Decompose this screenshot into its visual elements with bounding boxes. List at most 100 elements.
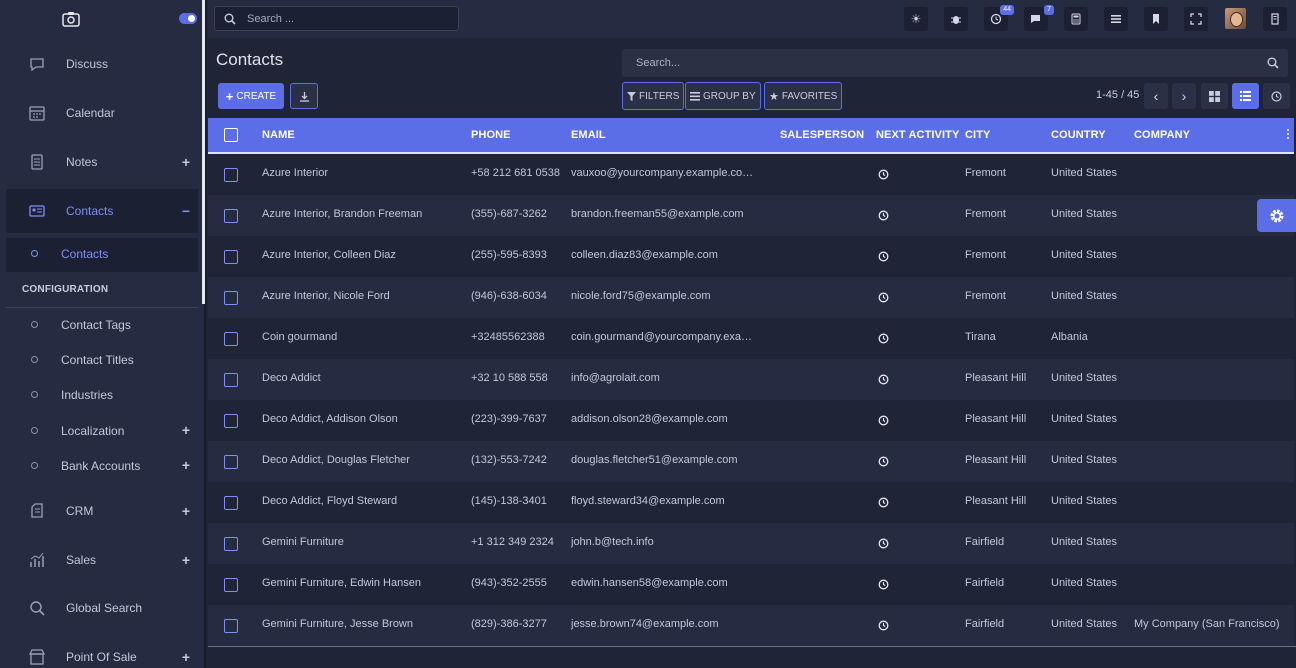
row-checkbox[interactable] bbox=[224, 455, 238, 469]
activity-clock-icon[interactable] bbox=[878, 210, 889, 221]
expand-plus-icon[interactable]: + bbox=[182, 552, 190, 568]
column-header-company[interactable]: COMPANY bbox=[1134, 129, 1190, 141]
company-switcher-button[interactable] bbox=[1263, 7, 1287, 31]
menu-button[interactable] bbox=[1104, 7, 1128, 31]
pager-value[interactable]: 1-45 / 45 bbox=[1096, 89, 1139, 101]
debug-button[interactable] bbox=[944, 7, 968, 31]
activity-clock-icon[interactable] bbox=[878, 251, 889, 262]
activity-clock-icon[interactable] bbox=[878, 456, 889, 467]
download-button[interactable] bbox=[290, 83, 318, 109]
table-row[interactable]: Deco Addict, Floyd Steward (145)-138-3401… bbox=[208, 482, 1294, 523]
table-row[interactable]: Azure Interior, Brandon Freeman (355)-687… bbox=[208, 195, 1294, 236]
row-checkbox[interactable] bbox=[224, 578, 238, 592]
column-header-name[interactable]: NAME bbox=[262, 129, 295, 141]
calculator-button[interactable] bbox=[1064, 7, 1088, 31]
sidebar-subitem-contact-titles[interactable]: Contact Titles bbox=[6, 344, 198, 378]
fullscreen-button[interactable] bbox=[1184, 7, 1208, 31]
activity-clock-icon[interactable] bbox=[878, 292, 889, 303]
camera-logo-icon[interactable] bbox=[62, 11, 80, 27]
activity-clock-icon[interactable] bbox=[878, 538, 889, 549]
collapse-minus-icon[interactable]: − bbox=[182, 203, 190, 219]
search-icon[interactable] bbox=[1267, 57, 1279, 69]
sidebar-toggle-switch[interactable] bbox=[179, 13, 197, 24]
expand-plus-icon[interactable]: + bbox=[182, 503, 190, 519]
activity-clock-icon[interactable] bbox=[878, 169, 889, 180]
sidebar-item-discuss[interactable]: Discuss bbox=[6, 42, 198, 86]
row-checkbox[interactable] bbox=[224, 496, 238, 510]
column-header-next-activity[interactable]: NEXT ACTIVITY bbox=[876, 129, 959, 141]
cell-email: douglas.fletcher51@example.com bbox=[571, 454, 738, 466]
row-checkbox[interactable] bbox=[224, 250, 238, 264]
expand-plus-icon[interactable]: + bbox=[182, 154, 190, 170]
expand-plus-icon[interactable]: + bbox=[182, 422, 190, 438]
row-checkbox[interactable] bbox=[224, 291, 238, 305]
column-header-city[interactable]: CITY bbox=[965, 129, 990, 141]
expand-plus-icon[interactable]: + bbox=[182, 457, 190, 473]
table-row[interactable]: Coin gourmand +32485562388 coin.gourmand@y… bbox=[208, 318, 1294, 359]
sidebar-subitem-contacts[interactable]: Contacts bbox=[6, 238, 198, 272]
table-row[interactable]: Gemini Furniture, Jesse Brown (829)-386-3… bbox=[208, 605, 1294, 646]
row-checkbox[interactable] bbox=[224, 332, 238, 346]
user-avatar[interactable] bbox=[1225, 8, 1246, 29]
select-all-checkbox[interactable] bbox=[224, 128, 238, 142]
sidebar-scrollbar[interactable] bbox=[202, 0, 205, 304]
column-header-country[interactable]: COUNTRY bbox=[1051, 129, 1106, 141]
bookmark-button[interactable] bbox=[1144, 7, 1168, 31]
activity-clock-icon[interactable] bbox=[878, 374, 889, 385]
table-row[interactable]: Azure Interior, Nicole Ford (946)-638-603… bbox=[208, 277, 1294, 318]
activity-clock-icon[interactable] bbox=[878, 333, 889, 344]
sidebar-item-contacts[interactable]: Contacts − bbox=[6, 189, 198, 233]
global-search-input[interactable] bbox=[247, 10, 447, 27]
global-search-box[interactable] bbox=[214, 6, 459, 31]
table-row[interactable]: Deco Addict, Douglas Fletcher (132)-553-7… bbox=[208, 441, 1294, 482]
row-checkbox[interactable] bbox=[224, 414, 238, 428]
contacts-search-input[interactable] bbox=[636, 55, 1236, 71]
messages-button[interactable]: 7 bbox=[1024, 5, 1054, 31]
activity-clock-icon[interactable] bbox=[878, 415, 889, 426]
sidebar-item-crm[interactable]: CRM + bbox=[6, 489, 198, 533]
table-row[interactable]: Gemini Furniture, Edwin Hansen (943)-352-… bbox=[208, 564, 1294, 605]
sidebar-subitem-industries[interactable]: Industries bbox=[6, 379, 198, 413]
activities-button[interactable]: 44 bbox=[984, 5, 1014, 31]
pager-next-button[interactable]: › bbox=[1172, 83, 1196, 109]
activity-clock-icon[interactable] bbox=[878, 497, 889, 508]
favorites-button[interactable]: ★ FAVORITES bbox=[764, 82, 843, 110]
filters-button[interactable]: FILTERS bbox=[622, 82, 685, 110]
row-checkbox[interactable] bbox=[224, 619, 238, 633]
activities-count-badge: 44 bbox=[1000, 5, 1014, 15]
settings-floating-button[interactable] bbox=[1257, 199, 1296, 232]
activity-clock-icon[interactable] bbox=[878, 620, 889, 631]
table-row[interactable]: Azure Interior +58 212 681 0538 vauxoo@you… bbox=[208, 154, 1294, 195]
theme-toggle-button[interactable]: ☀ bbox=[904, 7, 928, 31]
sidebar-item-global-search[interactable]: Global Search bbox=[6, 586, 198, 630]
table-row[interactable]: Gemini Furniture +1 312 349 2324 john.b@te… bbox=[208, 523, 1294, 564]
pager-previous-button[interactable]: ‹ bbox=[1144, 83, 1168, 109]
table-row[interactable]: Azure Interior, Colleen Diaz (255)-595-83… bbox=[208, 236, 1294, 277]
sidebar-item-point-of-sale[interactable]: Point Of Sale + bbox=[6, 635, 198, 668]
activity-view-button[interactable] bbox=[1263, 83, 1290, 109]
column-header-email[interactable]: EMAIL bbox=[571, 129, 606, 141]
group-by-button[interactable]: GROUP BY bbox=[685, 82, 761, 110]
table-row[interactable]: Deco Addict +32 10 588 558 info@agrolait.c… bbox=[208, 359, 1294, 400]
list-view-button[interactable] bbox=[1232, 83, 1259, 109]
expand-plus-icon[interactable]: + bbox=[182, 649, 190, 665]
optional-columns-icon[interactable] bbox=[1287, 129, 1290, 141]
table-row[interactable]: Deco Addict, Addison Olson (223)-399-7637… bbox=[208, 400, 1294, 441]
column-header-phone[interactable]: PHONE bbox=[471, 129, 511, 141]
sidebar-subitem-localization[interactable]: Localization + bbox=[6, 415, 198, 449]
activity-clock-icon[interactable] bbox=[878, 579, 889, 590]
row-checkbox[interactable] bbox=[224, 209, 238, 223]
sidebar-subitem-contact-tags[interactable]: Contact Tags bbox=[6, 309, 198, 343]
row-checkbox[interactable] bbox=[224, 373, 238, 387]
sidebar-item-notes[interactable]: Notes + bbox=[6, 140, 198, 184]
sidebar-top bbox=[0, 0, 204, 38]
sidebar-subitem-bank-accounts[interactable]: Bank Accounts + bbox=[6, 450, 198, 484]
create-button[interactable]: + CREATE bbox=[218, 83, 284, 109]
row-checkbox[interactable] bbox=[224, 168, 238, 182]
row-checkbox[interactable] bbox=[224, 537, 238, 551]
kanban-view-button[interactable] bbox=[1201, 83, 1228, 109]
column-header-salesperson[interactable]: SALESPERSON bbox=[780, 129, 864, 141]
sidebar-item-calendar[interactable]: Calendar bbox=[6, 91, 198, 135]
sidebar-item-sales[interactable]: Sales + bbox=[6, 538, 198, 582]
contacts-search-box[interactable] bbox=[622, 49, 1288, 77]
